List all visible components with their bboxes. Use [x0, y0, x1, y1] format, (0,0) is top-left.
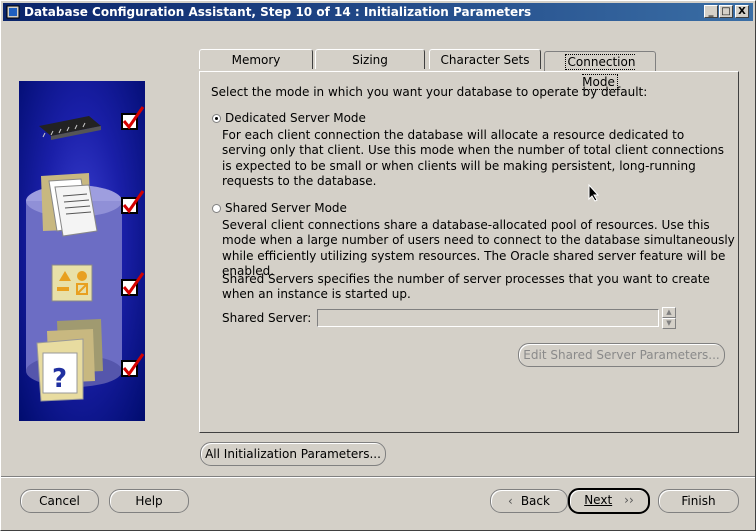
cancel-button[interactable]: Cancel — [20, 489, 99, 513]
dedicated-server-label[interactable]: Dedicated Server Mode — [225, 111, 366, 125]
chevron-left-icon: ‹ — [508, 494, 513, 508]
shared-server-description: Several client connections share a datab… — [222, 218, 735, 279]
spinner-down-icon[interactable]: ▼ — [662, 318, 676, 329]
title-bar[interactable]: Database Configuration Assistant, Step 1… — [3, 3, 753, 21]
checkbox-icon — [121, 190, 145, 214]
shapes-tile-icon — [51, 264, 93, 302]
checkbox-icon — [121, 272, 145, 296]
wizard-side-panel: ? — [19, 81, 145, 421]
chevron-right-icon: ›› — [624, 493, 634, 507]
next-button[interactable]: Next ›› — [568, 488, 650, 514]
all-initialization-parameters-button[interactable]: All Initialization Parameters... — [200, 442, 386, 466]
shared-server-label[interactable]: Shared Server Mode — [225, 201, 347, 215]
database-illustration: ? — [26, 106, 145, 402]
documents-folder-icon — [41, 173, 98, 237]
checkbox-icon — [121, 106, 145, 130]
mouse-pointer-icon — [588, 184, 600, 202]
shared-server-field-label: Shared Server: — [222, 311, 312, 325]
tab-character-sets[interactable]: Character Sets — [429, 49, 541, 69]
dbca-window: Database Configuration Assistant, Step 1… — [0, 0, 756, 531]
spinner-up-icon[interactable]: ▲ — [662, 307, 676, 318]
maximize-button[interactable]: □ — [719, 5, 733, 18]
back-button[interactable]: ‹ Back — [490, 489, 568, 513]
footer-separator — [1, 476, 755, 478]
shared-server-input[interactable] — [317, 309, 659, 327]
app-icon — [6, 5, 20, 19]
finish-button[interactable]: Finish — [658, 489, 739, 513]
step-checkmarks — [121, 106, 145, 377]
tab-sizing[interactable]: Sizing — [315, 49, 425, 69]
chip-icon — [39, 116, 101, 140]
window-title: Database Configuration Assistant, Step 1… — [24, 5, 532, 19]
dedicated-server-description: For each client connection the database … — [222, 128, 724, 189]
tab-connection-mode[interactable]: Connection Mode — [544, 51, 656, 90]
close-button[interactable]: X — [735, 5, 749, 18]
shared-server-radio[interactable] — [212, 204, 221, 213]
checkbox-icon — [121, 353, 145, 377]
help-button[interactable]: Help — [109, 489, 189, 513]
minimize-button[interactable]: _ — [704, 5, 718, 18]
shared-server-spinner[interactable]: ▲ ▼ — [662, 307, 676, 329]
tab-memory[interactable]: Memory — [199, 49, 313, 69]
dedicated-server-radio[interactable] — [212, 114, 221, 123]
edit-shared-server-parameters-button[interactable]: Edit Shared Server Parameters... — [518, 343, 725, 367]
svg-text:?: ? — [52, 364, 67, 394]
shared-servers-note: Shared Servers specifies the number of s… — [222, 272, 710, 302]
